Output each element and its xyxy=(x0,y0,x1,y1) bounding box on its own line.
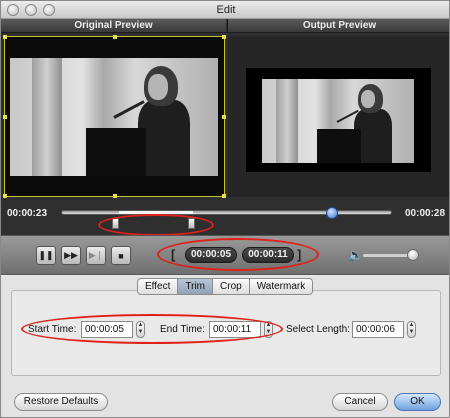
tab-watermark[interactable]: Watermark xyxy=(249,278,314,295)
tab-effect[interactable]: Effect xyxy=(137,278,179,295)
original-video-frame xyxy=(10,58,218,176)
tab-crop[interactable]: Crop xyxy=(213,278,250,295)
pause-icon: ❚❚ xyxy=(38,250,54,260)
edit-tabs: Effect Trim Crop Watermark xyxy=(137,278,314,295)
stop-icon: ■ xyxy=(118,250,124,261)
cancel-button[interactable]: Cancel xyxy=(332,393,388,411)
preview-area: Original Preview Output Preview 00:00:23… xyxy=(1,19,449,236)
pause-button[interactable]: ❚❚ xyxy=(36,246,56,265)
select-length-stepper[interactable]: ▲ ▼ xyxy=(407,321,416,338)
window-title: Edit xyxy=(216,4,236,16)
output-video-frame xyxy=(262,79,414,163)
next-frame-icon: ▶❘ xyxy=(88,250,104,260)
annotation-ring-time-display xyxy=(157,238,319,271)
fast-forward-button[interactable]: ▶▶ xyxy=(61,246,81,265)
timeline-slider[interactable] xyxy=(61,210,392,215)
annotation-ring-trim-fields xyxy=(21,314,283,344)
current-time: 00:00:23 xyxy=(7,208,48,219)
speaker-icon: 🔈 xyxy=(348,248,363,262)
volume-knob[interactable] xyxy=(407,249,419,261)
stop-button[interactable]: ■ xyxy=(111,246,131,265)
select-length-label: Select Length: xyxy=(286,324,350,335)
tab-trim[interactable]: Trim xyxy=(178,278,214,295)
original-preview-title: Original Preview xyxy=(1,19,226,33)
playback-controls: ❚❚ ▶▶ ▶❘ ■ [ 00:00:05 00:00:11 ] 🔈 xyxy=(1,235,449,275)
end-time: 00:00:28 xyxy=(405,208,446,219)
edit-window: Edit Original Preview Output Preview 00:… xyxy=(0,0,450,418)
output-preview-title: Output Preview xyxy=(227,19,449,33)
next-frame-button[interactable]: ▶❘ xyxy=(86,246,106,265)
restore-defaults-button[interactable]: Restore Defaults xyxy=(14,393,108,411)
fast-forward-icon: ▶▶ xyxy=(64,250,78,260)
settings-panel: Effect Trim Crop Watermark Start Time: 0… xyxy=(1,276,449,417)
output-preview-video xyxy=(228,36,449,197)
annotation-ring-trim-markers xyxy=(98,214,214,236)
original-preview-video[interactable] xyxy=(3,35,226,198)
title-bar: Edit xyxy=(1,1,449,19)
minimize-icon[interactable] xyxy=(25,4,37,16)
playhead-knob[interactable] xyxy=(326,207,339,219)
ok-button[interactable]: OK xyxy=(394,393,441,411)
select-length-field[interactable]: 00:00:06 xyxy=(352,321,404,338)
close-icon[interactable] xyxy=(7,4,19,16)
zoom-icon[interactable] xyxy=(43,4,55,16)
